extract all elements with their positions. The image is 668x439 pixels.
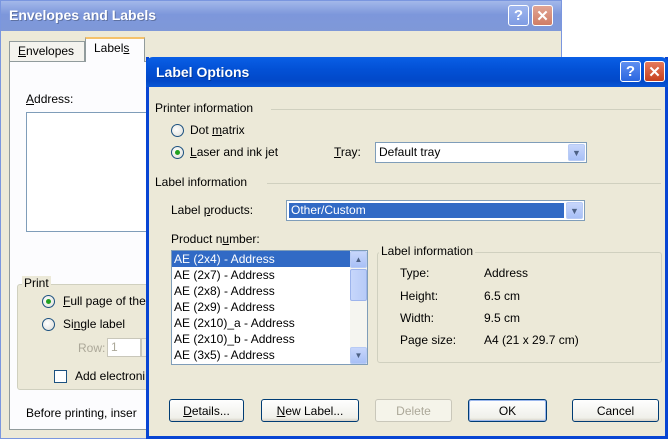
details-accel: D [183, 403, 192, 418]
address-label: Address: [26, 92, 73, 106]
tab-label: Label [94, 41, 124, 55]
list-item[interactable]: AE (2x7) - Address [172, 267, 367, 283]
width-value: 9.5 cm [484, 311, 521, 325]
product-number-label: Product number: [171, 232, 260, 246]
title-bar[interactable]: Envelopes and Labels ? ✕ [1, 1, 561, 31]
delete-text: Delete [396, 403, 431, 418]
row-label: Row: [78, 341, 106, 355]
products-text-pre: Label [171, 203, 204, 217]
cancel-text: Cancel [596, 403, 635, 418]
pn-text-pre: Product n [171, 232, 223, 246]
ok-text: OK [498, 403, 517, 418]
label-products-select[interactable]: Other/Custom ▼ [286, 200, 585, 221]
cancel-button[interactable]: Cancel [572, 399, 659, 422]
details-text: etails... [191, 403, 230, 418]
close-icon: ✕ [648, 63, 661, 81]
list-item[interactable]: AE (2x8) - Address [172, 283, 367, 299]
scroll-thumb[interactable] [350, 269, 367, 301]
label-options-dialog: Label Options ? ✕ Printer information Do… [146, 57, 668, 439]
scroll-up-button[interactable]: ▲ [350, 251, 367, 268]
dot-matrix-label: Dot matrix [190, 123, 245, 137]
add-electronic-label: Add electroni [75, 369, 146, 383]
ok-button[interactable]: OK [468, 399, 547, 422]
address-accel: A [26, 92, 35, 106]
label-info-section-label: Label information [155, 175, 248, 189]
scrollbar[interactable]: ▲ ▼ [350, 251, 367, 364]
page-size-value: A4 (21 x 29.7 cm) [484, 333, 579, 347]
label-info-group-label: Label information [379, 244, 476, 258]
help-icon: ? [625, 63, 636, 80]
chevron-down-icon[interactable]: ▼ [566, 202, 583, 219]
product-number-list[interactable]: AE (2x4) - Address AE (2x7) - Address AE… [171, 250, 368, 365]
details-button[interactable]: Details... [169, 399, 244, 422]
new-label-text: ew Label... [285, 403, 344, 418]
laser-radio[interactable] [171, 146, 184, 159]
laser-text: aser and ink jet [196, 145, 279, 159]
tab-labels[interactable]: Labels [85, 37, 145, 62]
close-button[interactable]: ✕ [532, 5, 553, 26]
tab-accel: s [123, 41, 130, 55]
close-icon: ✕ [536, 7, 549, 25]
chevron-down-icon[interactable]: ▼ [568, 144, 585, 161]
pn-text-rest: mber: [229, 232, 260, 246]
add-electronic-checkbox[interactable] [54, 370, 67, 383]
address-text: ddress: [34, 92, 74, 106]
label-products-value: Other/Custom [289, 203, 564, 218]
separator [271, 109, 661, 110]
single-label-label: Single label [63, 317, 125, 331]
width-label: Width: [400, 311, 435, 325]
chevron-down-icon: ▼ [354, 351, 363, 360]
full-page-radio[interactable] [42, 295, 55, 308]
list-item[interactable]: AE (2x10)_a - Address [172, 315, 367, 331]
type-value: Address [484, 266, 529, 280]
print-group-label: Print [22, 276, 51, 290]
label-products-label: Label products: [171, 203, 253, 217]
dot-matrix-radio[interactable] [171, 124, 184, 137]
full-page-text: ull page of the [70, 294, 146, 308]
list-item[interactable]: AE (2x4) - Address [172, 251, 367, 267]
dialog-title: Label Options [156, 64, 250, 80]
tab-accel: E [18, 44, 27, 58]
help-button[interactable]: ? [508, 5, 529, 26]
tray-label: Tray: [334, 145, 361, 159]
single-label-radio[interactable] [42, 318, 55, 331]
dot-text-rest: atrix [222, 123, 245, 137]
list-item[interactable]: AE (3x5) - Address [172, 347, 367, 363]
address-textbox[interactable] [26, 112, 166, 232]
tab-label: nvelopes [26, 44, 75, 58]
separator [267, 183, 661, 184]
height-value: 6.5 cm [484, 289, 521, 303]
scroll-down-button[interactable]: ▼ [350, 347, 367, 364]
tray-accel: T [334, 145, 341, 159]
window-title: Envelopes and Labels [9, 7, 157, 23]
height-label: Height: [400, 289, 439, 303]
delete-button[interactable]: Delete [375, 399, 452, 422]
dot-text-pre: Dot [190, 123, 213, 137]
help-icon: ? [513, 7, 524, 24]
laser-label: Laser and ink jet [190, 145, 278, 159]
single-text-pre: Si [63, 317, 74, 331]
list-item[interactable]: AE (2x9) - Address [172, 299, 367, 315]
chevron-up-icon: ▲ [354, 255, 363, 264]
title-bar[interactable]: Label Options ? ✕ [146, 57, 668, 87]
help-button[interactable]: ? [620, 61, 641, 82]
close-button[interactable]: ✕ [644, 61, 665, 82]
before-printing-text: Before printing, inser [26, 406, 137, 420]
tray-text: ray: [340, 145, 361, 159]
tray-select[interactable]: Default tray ▼ [375, 142, 587, 163]
dot-accel: m [212, 123, 223, 137]
list-item[interactable]: AE (2x10)_b - Address [172, 331, 367, 347]
new-label-button[interactable]: New Label... [261, 399, 359, 422]
single-text-rest: gle label [80, 317, 126, 331]
page-size-label: Page size: [400, 333, 457, 347]
tab-envelopes[interactable]: Envelopes [9, 41, 85, 61]
type-label: Type: [400, 266, 430, 280]
row-input[interactable]: 1 [107, 338, 141, 357]
laser-accel: L [190, 145, 197, 159]
products-text-rest: roducts: [210, 203, 254, 217]
printer-info-label: Printer information [155, 101, 254, 115]
full-page-label: Full page of the [63, 294, 146, 308]
new-label-accel: N [276, 403, 286, 418]
tray-value: Default tray [379, 145, 441, 159]
